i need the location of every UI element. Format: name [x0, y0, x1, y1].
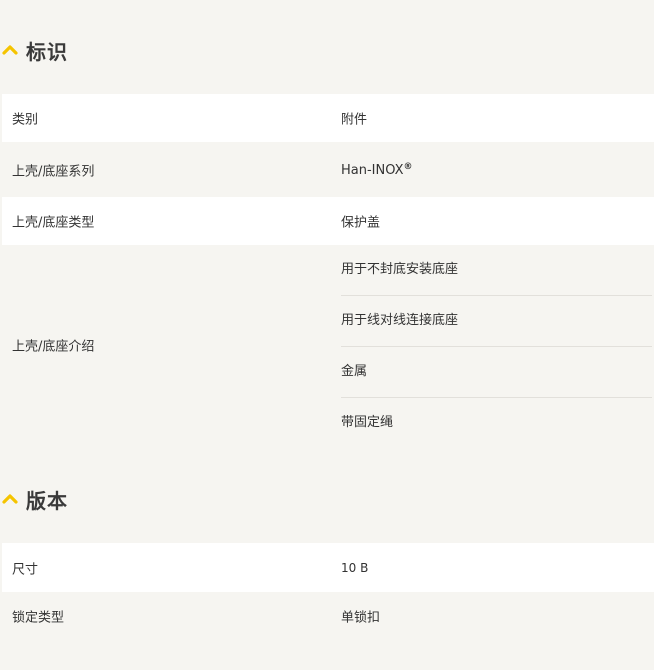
list-item: 用于线对线连接底座: [341, 296, 652, 347]
spec-row-type: 上壳/底座类型 保护盖: [2, 197, 654, 245]
list-item: 带固定绳: [341, 415, 394, 430]
section-header-identification[interactable]: 标识: [0, 35, 68, 65]
spec-row-size: 尺寸 10 B: [2, 543, 654, 592]
spec-value: 单锁扣: [341, 610, 381, 626]
spec-value: 10 B: [341, 560, 369, 575]
section-header-version[interactable]: 版本: [0, 484, 68, 514]
spec-label: 上壳/底座系列: [12, 164, 95, 179]
spec-label: 锁定类型: [12, 610, 65, 626]
spec-row-intro: 上壳/底座介绍 用于不封底安装底座 用于线对线连接底座 金属 带固定绳: [2, 245, 654, 445]
list-item: 金属: [341, 347, 652, 398]
spec-value: 保护盖: [341, 215, 381, 231]
spec-value-list: 用于不封底安装底座 用于线对线连接底座 金属 带固定绳: [341, 245, 652, 448]
spec-label: 类别: [12, 112, 39, 128]
spec-label: 尺寸: [12, 562, 39, 577]
spec-row-lock: 锁定类型 单锁扣: [2, 592, 654, 640]
spec-value: Han-INOX®: [341, 161, 413, 177]
list-item: 用于不封底安装底座: [341, 245, 652, 296]
spec-value: 附件: [341, 112, 368, 128]
spec-value-text: Han-INOX: [341, 162, 404, 178]
spec-row-category: 类别 附件: [2, 94, 654, 142]
chevron-up-icon[interactable]: [2, 42, 18, 58]
section-title: 版本: [26, 488, 68, 513]
section-title: 标识: [26, 39, 68, 64]
spec-row-series: 上壳/底座系列 Han-INOX®: [2, 142, 654, 197]
spec-label: 上壳/底座类型: [12, 215, 95, 231]
spec-label: 上壳/底座介绍: [12, 339, 95, 355]
registered-mark: ®: [403, 161, 413, 172]
chevron-up-icon[interactable]: [2, 491, 18, 507]
